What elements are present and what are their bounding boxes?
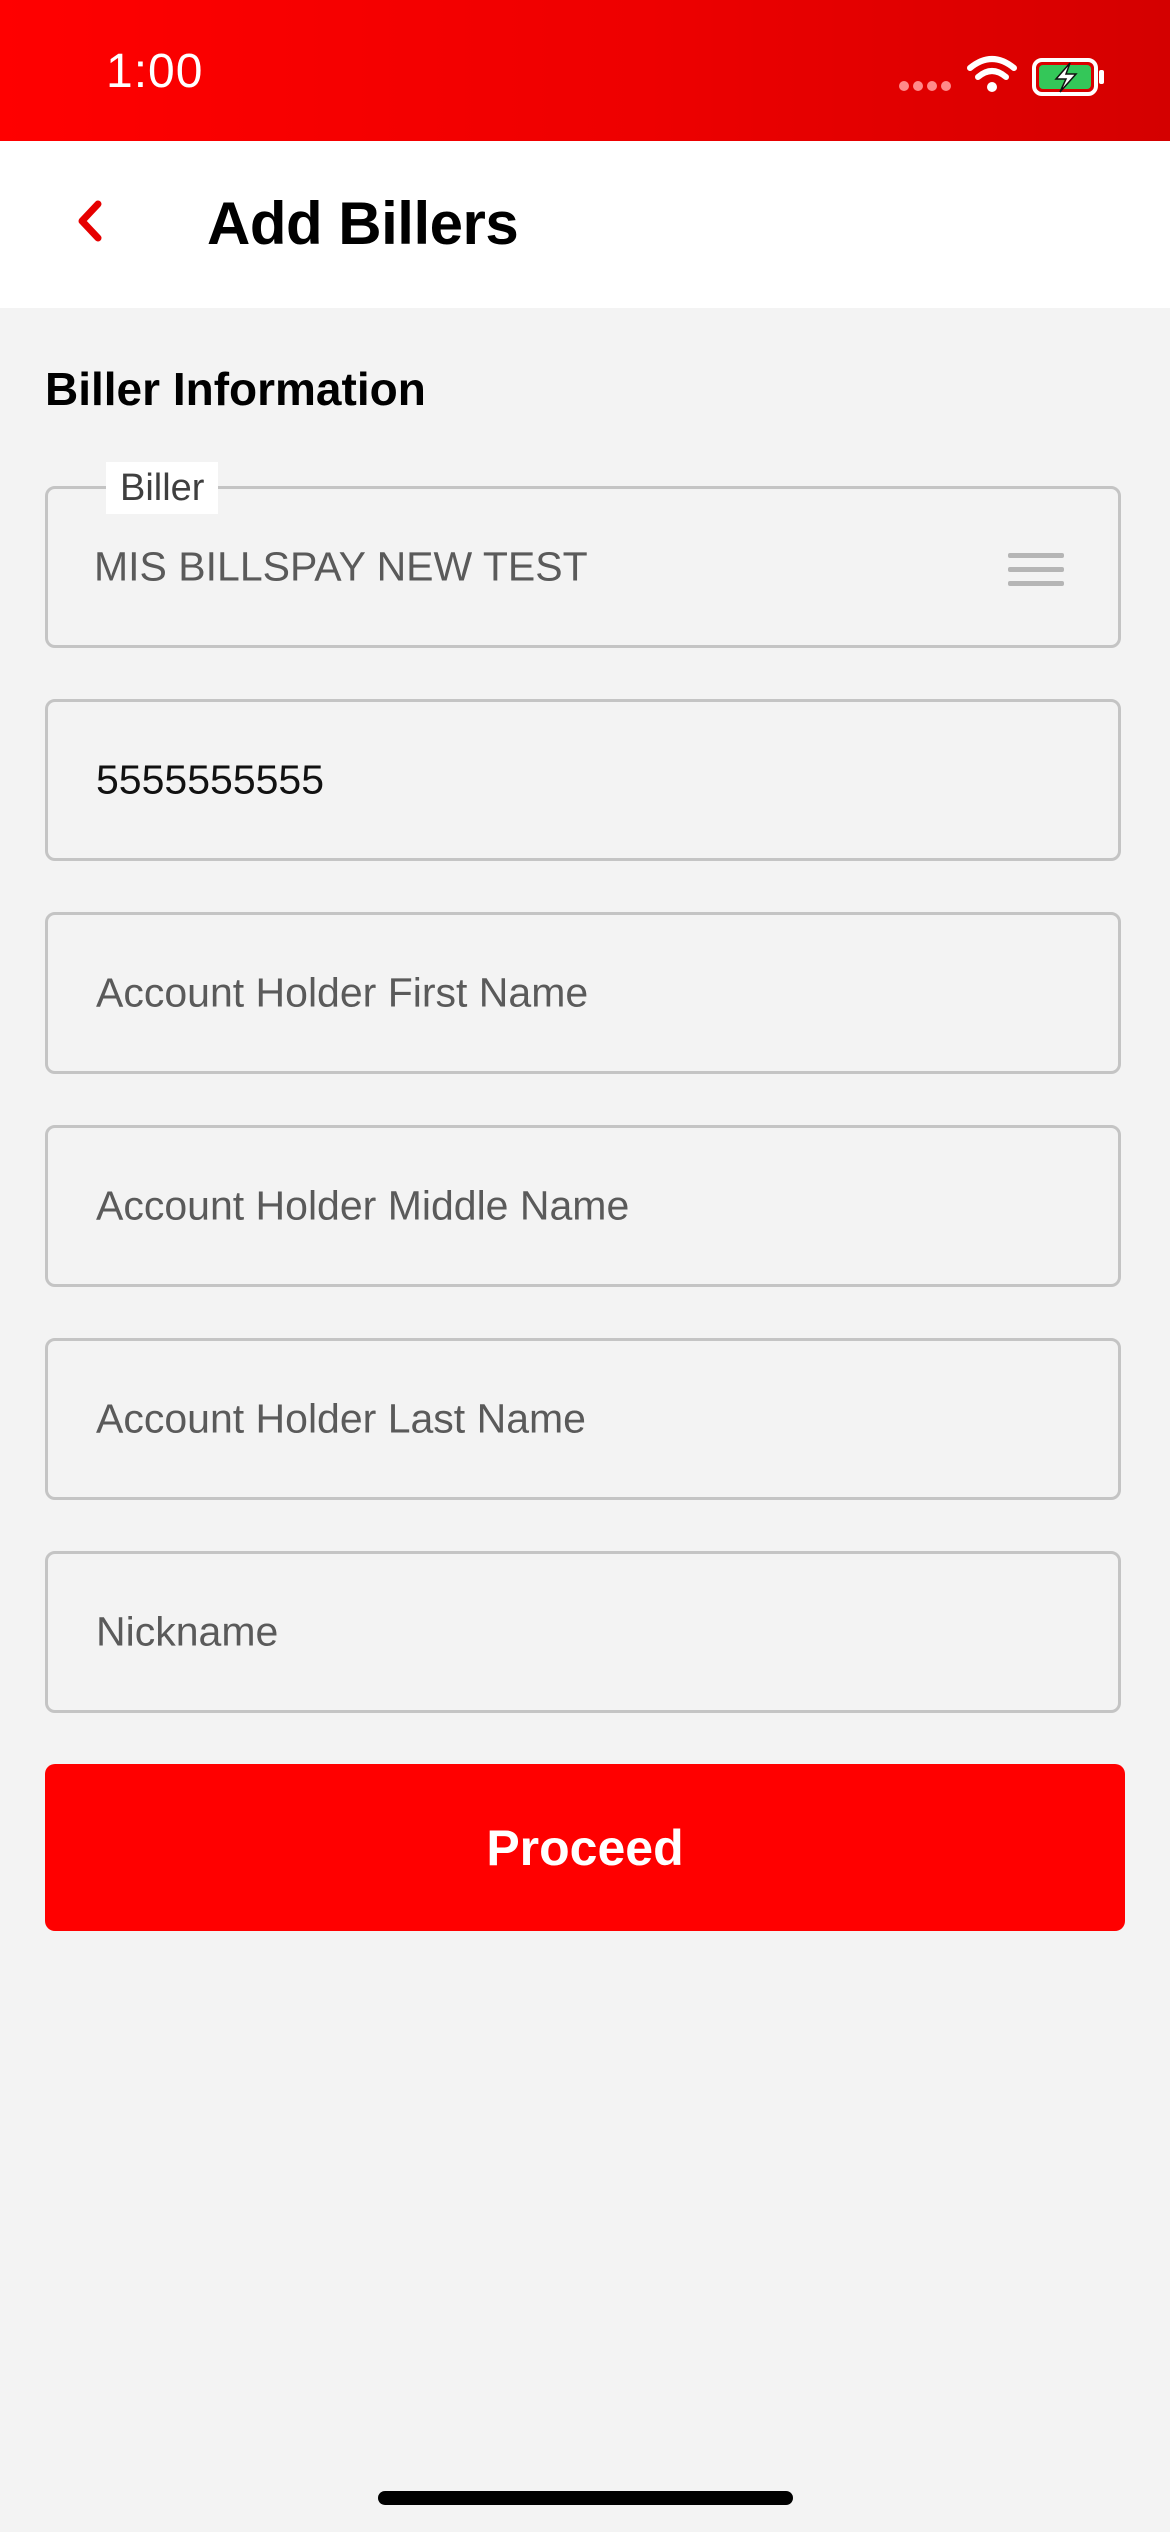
middle-name-field[interactable]: Account Holder Middle Name [45,1125,1121,1287]
last-name-field[interactable]: Account Holder Last Name [45,1338,1121,1500]
middle-name-placeholder: Account Holder Middle Name [96,1182,630,1229]
home-indicator [378,2491,793,2505]
signal-dots-icon [899,81,951,91]
first-name-placeholder: Account Holder First Name [96,969,589,1016]
proceed-button[interactable]: Proceed [45,1764,1125,1931]
menu-icon[interactable] [1008,551,1064,589]
battery-charging-icon [1032,58,1104,96]
section-title: Biller Information [45,363,426,415]
app-header: Add Billers [0,141,1170,308]
page-title: Add Billers [207,190,519,257]
account-number-field[interactable]: 5555555555 [45,699,1121,861]
back-button[interactable] [60,191,120,251]
status-time: 1:00 [106,45,204,98]
chevron-left-icon [78,200,102,242]
first-name-field[interactable]: Account Holder First Name [45,912,1121,1074]
biller-label: Biller [106,462,219,514]
nickname-placeholder: Nickname [96,1608,279,1655]
biller-select[interactable]: Biller MIS BILLSPAY NEW TEST [45,462,1121,648]
status-bar: 1:00 [0,0,1170,141]
wifi-icon [967,56,1017,92]
last-name-placeholder: Account Holder Last Name [96,1395,586,1442]
biller-value: MIS BILLSPAY NEW TEST [94,543,588,590]
nickname-field[interactable]: Nickname [45,1551,1121,1713]
status-icons [894,52,1114,100]
account-number-value: 5555555555 [96,756,325,803]
